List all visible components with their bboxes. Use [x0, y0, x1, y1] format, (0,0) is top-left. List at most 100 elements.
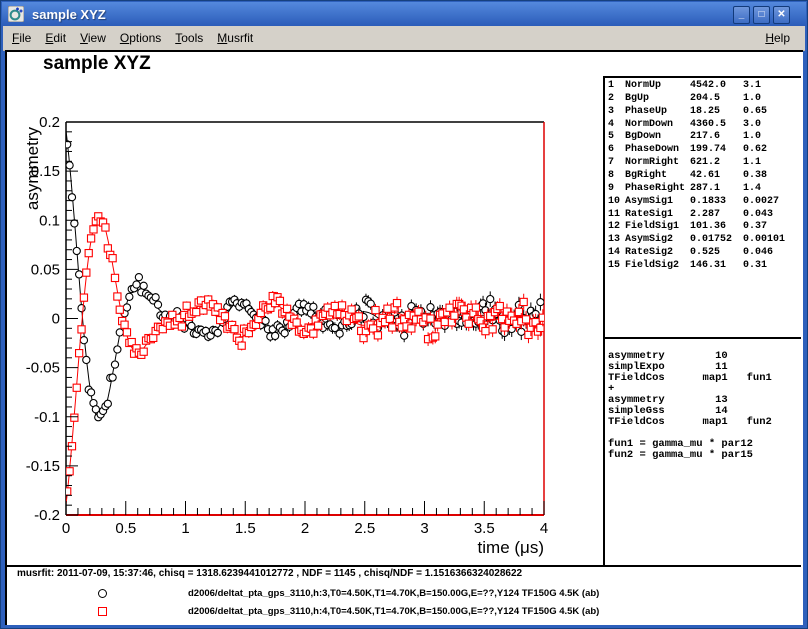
param-n: 15 — [608, 260, 625, 271]
param-error: 1.0 — [743, 131, 798, 142]
param-name: PhaseDown — [625, 144, 690, 155]
menu-view[interactable]: View — [73, 31, 113, 45]
svg-text:2: 2 — [301, 520, 309, 537]
param-value: 4542.0 — [690, 80, 743, 91]
menu-tools[interactable]: Tools — [168, 31, 210, 45]
param-value: 217.6 — [690, 131, 743, 142]
param-error: 0.38 — [743, 170, 798, 181]
param-n: 9 — [608, 183, 625, 194]
svg-text:0.5: 0.5 — [115, 520, 136, 537]
param-value: 2.287 — [690, 209, 743, 220]
param-value: 621.2 — [690, 157, 743, 168]
y-axis-title: asymmetry — [23, 127, 42, 211]
param-error: 0.0027 — [743, 196, 798, 207]
param-name: NormDown — [625, 119, 690, 130]
svg-text:4: 4 — [540, 520, 548, 537]
svg-text:0: 0 — [52, 311, 60, 328]
param-value: 146.31 — [690, 260, 743, 271]
param-error: 0.043 — [743, 209, 798, 220]
svg-text:3: 3 — [420, 520, 428, 537]
param-name: RateSig2 — [625, 247, 690, 258]
menu-items: FileEditViewOptionsToolsMusrfit — [3, 31, 260, 45]
param-row: 7NormRight621.21.1 — [608, 156, 798, 169]
param-row: 15FieldSig2146.310.31 — [608, 259, 798, 272]
param-n: 10 — [608, 196, 625, 207]
param-name: BgDown — [625, 131, 690, 142]
param-n: 1 — [608, 80, 625, 91]
menu-help[interactable]: Help — [758, 31, 797, 45]
theory-curve — [66, 217, 544, 504]
param-n: 12 — [608, 221, 625, 232]
param-error: 0.00101 — [743, 234, 798, 245]
titlebar[interactable]: sample XYZ _ □ ✕ — [2, 2, 806, 26]
param-error: 0.31 — [743, 260, 798, 271]
menu-musrfit[interactable]: Musrfit — [210, 31, 260, 45]
legend-run-label: d2006/deltat_pta_gps_3110,h:4,T0=4.50K,T… — [188, 606, 599, 617]
param-n: 4 — [608, 119, 625, 130]
param-error: 3.1 — [743, 80, 798, 91]
param-row: 1NormUp4542.03.1 — [608, 79, 798, 92]
menu-options[interactable]: Options — [113, 31, 168, 45]
param-name: NormUp — [625, 80, 690, 91]
param-name: PhaseRight — [625, 183, 690, 194]
param-n: 6 — [608, 144, 625, 155]
svg-text:0.05: 0.05 — [31, 261, 60, 278]
x-axis-title: time (μs) — [478, 538, 544, 557]
param-row: 13AsymSig20.017520.00101 — [608, 233, 798, 246]
param-n: 5 — [608, 131, 625, 142]
svg-text:1: 1 — [181, 520, 189, 537]
param-name: RateSig1 — [625, 209, 690, 220]
param-box-top-rule — [603, 76, 801, 78]
param-name: PhaseUp — [625, 106, 690, 117]
data-series — [64, 131, 547, 504]
legend-run-label: d2006/deltat_pta_gps_3110,h:3,T0=4.50K,T… — [188, 588, 599, 599]
param-name: NormRight — [625, 157, 690, 168]
param-name: BgRight — [625, 170, 690, 181]
root-canvas: sample XYZ 00.511.522.533.54time (μs)-0.… — [5, 50, 803, 625]
param-row: 9PhaseRight287.11.4 — [608, 182, 798, 195]
theory-box: asymmetry 10 simplExpo 11 TFieldCos map1… — [608, 351, 772, 461]
menu-edit[interactable]: Edit — [38, 31, 73, 45]
param-value: 42.61 — [690, 170, 743, 181]
square-marker-icon — [98, 607, 107, 616]
param-row: 11RateSig12.2870.043 — [608, 208, 798, 221]
param-value: 18.25 — [690, 106, 743, 117]
legend-row: d2006/deltat_pta_gps_3110,h:4,T0=4.50K,T… — [7, 602, 803, 620]
svg-text:0.2: 0.2 — [39, 114, 60, 131]
close-button[interactable]: ✕ — [773, 6, 790, 24]
param-n: 2 — [608, 93, 625, 104]
window-controls: _ □ ✕ — [733, 6, 790, 24]
param-error: 0.37 — [743, 221, 798, 232]
menu-file[interactable]: File — [5, 31, 38, 45]
svg-text:-0.15: -0.15 — [26, 458, 60, 475]
svg-text:1.5: 1.5 — [235, 520, 256, 537]
legend-pad-separator — [7, 565, 801, 567]
param-value: 204.5 — [690, 93, 743, 104]
param-value: 199.74 — [690, 144, 743, 155]
param-row: 4NormDown4360.53.0 — [608, 118, 798, 131]
param-error: 1.0 — [743, 93, 798, 104]
pad-divider-vertical — [603, 76, 605, 565]
param-error: 0.65 — [743, 106, 798, 117]
param-name: AsymSig2 — [625, 234, 690, 245]
param-name: BgUp — [625, 93, 690, 104]
svg-text:2.5: 2.5 — [354, 520, 375, 537]
param-error: 1.1 — [743, 157, 798, 168]
fit-status-line: musrfit: 2011-07-09, 15:37:46, chisq = 1… — [17, 568, 522, 579]
param-value: 0.1833 — [690, 196, 743, 207]
svg-text:3.5: 3.5 — [474, 520, 495, 537]
param-row: 2BgUp204.51.0 — [608, 92, 798, 105]
y-axis: -0.2-0.15-0.1-0.0500.050.10.150.2asymmet… — [23, 114, 78, 524]
asymmetry-plot[interactable]: 00.511.522.533.54time (μs)-0.2-0.15-0.1-… — [8, 55, 602, 565]
svg-text:-0.1: -0.1 — [34, 409, 60, 426]
param-row: 14RateSig20.5250.046 — [608, 246, 798, 259]
minimize-button[interactable]: _ — [733, 6, 750, 24]
param-row: 12FieldSig1101.360.37 — [608, 220, 798, 233]
param-value: 0.525 — [690, 247, 743, 258]
root-app-icon — [8, 6, 24, 22]
maximize-button[interactable]: □ — [753, 6, 770, 24]
param-row: 5BgDown217.61.0 — [608, 130, 798, 143]
param-error: 0.046 — [743, 247, 798, 258]
param-n: 3 — [608, 106, 625, 117]
param-n: 14 — [608, 247, 625, 258]
